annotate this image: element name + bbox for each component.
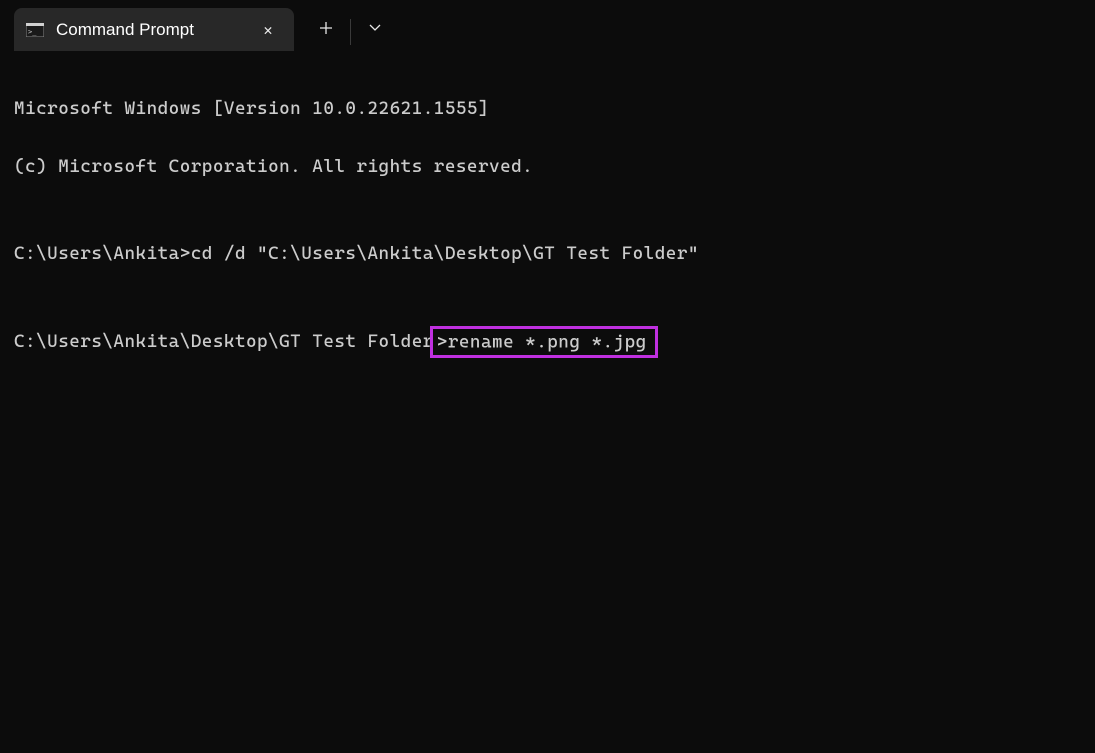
tab-command-prompt[interactable]: >_ Command Prompt ✕ xyxy=(14,8,294,51)
prompt-path: C:\Users\Ankita> xyxy=(14,243,191,264)
titlebar: >_ Command Prompt ✕ xyxy=(0,0,1095,51)
version-line: Microsoft Windows [Version 10.0.22621.15… xyxy=(14,94,1081,123)
terminal-output[interactable]: Microsoft Windows [Version 10.0.22621.15… xyxy=(0,51,1095,401)
close-tab-button[interactable]: ✕ xyxy=(256,18,280,42)
tab-title: Command Prompt xyxy=(56,20,244,40)
new-tab-button[interactable] xyxy=(302,6,350,49)
rename-command: rename *.png *.jpg xyxy=(448,331,647,352)
svg-text:>_: >_ xyxy=(28,28,37,36)
tab-dropdown-button[interactable] xyxy=(351,6,399,49)
prompt-line-2: C:\Users\Ankita\Desktop\GT Test Folder>r… xyxy=(14,326,1081,358)
copyright-line: (c) Microsoft Corporation. All rights re… xyxy=(14,152,1081,181)
prompt-line-1: C:\Users\Ankita>cd /d "C:\Users\Ankita\D… xyxy=(14,239,1081,268)
prompt-char: > xyxy=(437,331,448,352)
prompt-path: C:\Users\Ankita\Desktop\GT Test Folder xyxy=(14,331,434,352)
prompt-command: cd /d "C:\Users\Ankita\Desktop\GT Test F… xyxy=(191,243,699,264)
titlebar-buttons xyxy=(302,0,399,51)
cmd-prompt-icon: >_ xyxy=(26,23,44,37)
highlighted-command: >rename *.png *.jpg xyxy=(430,326,658,358)
